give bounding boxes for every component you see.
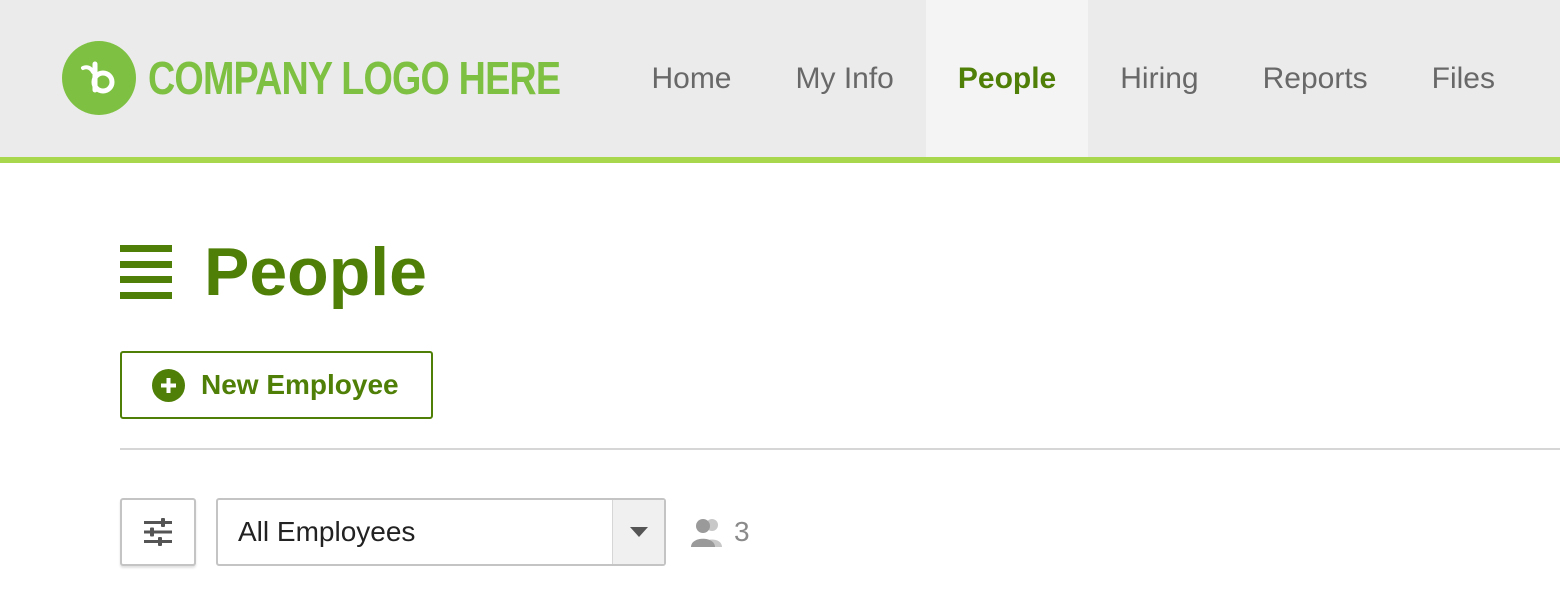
sliders-icon	[144, 518, 172, 546]
nav-tab-people[interactable]: People	[925, 0, 1089, 158]
nav-tab-files[interactable]: Files	[1400, 0, 1527, 158]
nav-tab-hiring[interactable]: Hiring	[1088, 0, 1230, 158]
main-nav: Home My Info People Hiring Reports Files	[619, 0, 1527, 158]
nav-tab-my-info[interactable]: My Info	[764, 0, 926, 158]
bamboo-b-logo-icon	[62, 41, 136, 115]
employee-count: 3	[690, 512, 750, 552]
company-logo[interactable]: COMPANY LOGO HERE	[62, 41, 651, 115]
logo-text: COMPANY LOGO HERE	[148, 52, 561, 104]
employee-filter-value: All Employees	[238, 516, 416, 547]
employee-filter-select[interactable]: All Employees	[216, 498, 666, 566]
plus-circle-icon	[152, 368, 185, 402]
header-accent-line	[0, 157, 1560, 163]
new-employee-button[interactable]: New Employee	[120, 351, 433, 419]
page-heading: People	[120, 232, 427, 312]
new-employee-label: New Employee	[201, 369, 399, 400]
nav-tab-reports[interactable]: Reports	[1231, 0, 1400, 158]
employee-count-value: 3	[734, 516, 750, 547]
hamburger-menu-icon[interactable]	[120, 245, 172, 299]
nav-tab-home[interactable]: Home	[619, 0, 763, 158]
section-divider	[120, 448, 1560, 450]
chevron-down-icon[interactable]	[612, 500, 664, 564]
filter-button[interactable]	[120, 498, 196, 566]
people-icon	[691, 519, 722, 547]
top-navigation-bar: COMPANY LOGO HERE Home My Info People Hi…	[0, 0, 1560, 158]
page-title: People	[204, 234, 427, 310]
